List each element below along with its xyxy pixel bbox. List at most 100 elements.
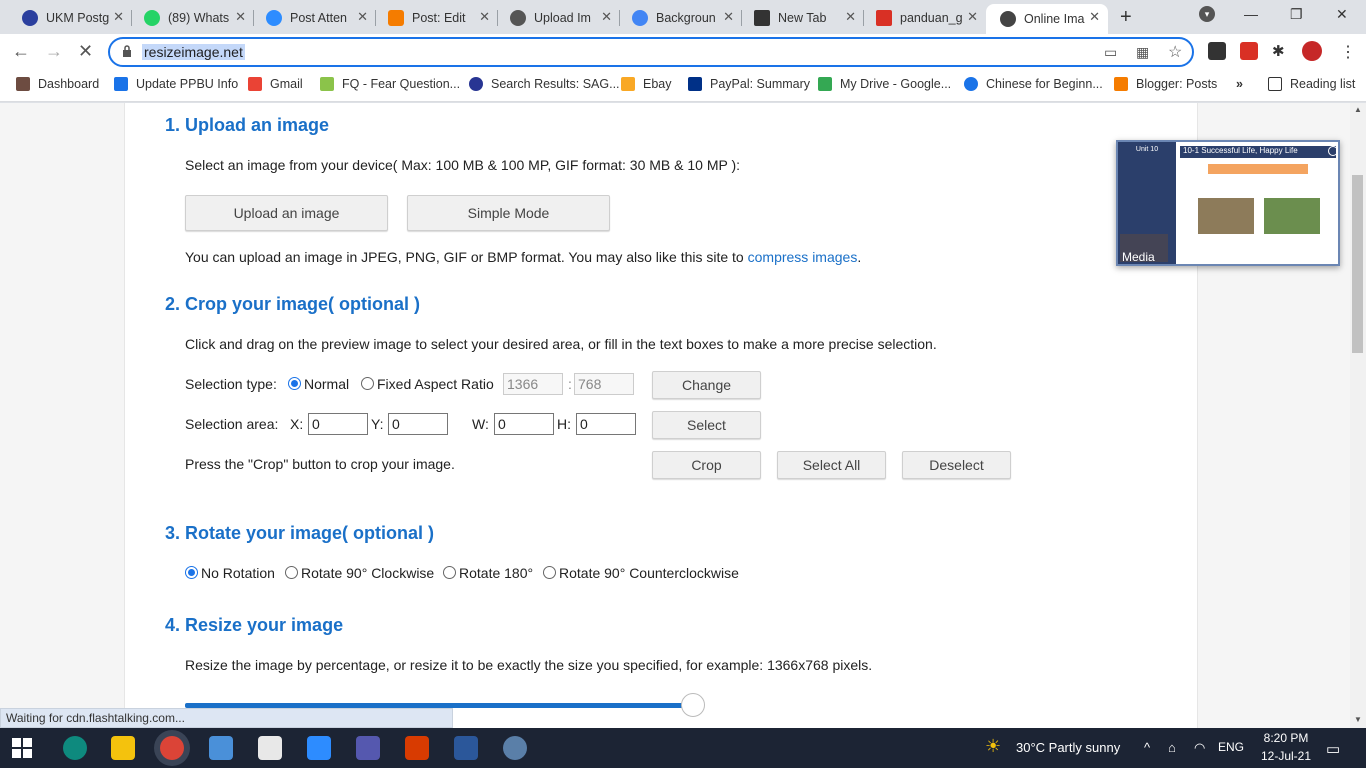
tab-whatsapp[interactable]: (89) Whats ✕ xyxy=(130,4,254,32)
wifi-icon[interactable]: ◠ xyxy=(1194,740,1205,756)
tab-search-icon[interactable]: ▾ xyxy=(1199,6,1215,22)
close-icon[interactable]: ✕ xyxy=(601,9,612,25)
restore-button[interactable]: ❐ xyxy=(1290,6,1303,23)
office-icon[interactable] xyxy=(405,736,429,760)
bookmark-ebay[interactable]: Ebay xyxy=(621,77,672,91)
url-text[interactable]: resizeimage.net xyxy=(142,44,245,60)
bookmark-ppbu[interactable]: Update PPBU Info xyxy=(114,77,238,91)
word-icon[interactable] xyxy=(454,736,478,760)
scrollbar-thumb[interactable] xyxy=(1352,175,1363,353)
clock-date[interactable]: 12-Jul-21 xyxy=(1256,749,1316,763)
puzzle-icon[interactable]: ✱ xyxy=(1272,42,1290,60)
chrome-icon[interactable] xyxy=(160,736,184,760)
radio-checked-icon[interactable] xyxy=(185,566,198,579)
radio-unchecked-icon[interactable] xyxy=(361,377,374,390)
radio-checked-icon[interactable] xyxy=(288,377,301,390)
close-icon[interactable]: ✕ xyxy=(235,9,246,25)
windows-start-icon[interactable] xyxy=(12,738,32,758)
bookmark-fq[interactable]: FQ - Fear Question... xyxy=(320,77,460,91)
snipping-icon[interactable] xyxy=(209,736,233,760)
bookmark-gmail[interactable]: Gmail xyxy=(248,77,303,91)
change-button[interactable]: Change xyxy=(652,371,761,399)
resize-slider-handle[interactable] xyxy=(681,693,705,717)
more-bookmarks-button[interactable]: » xyxy=(1236,77,1243,91)
close-icon[interactable]: ✕ xyxy=(967,9,978,25)
radio-unchecked-icon[interactable] xyxy=(285,566,298,579)
tab-post-attendance[interactable]: Post Atten ✕ xyxy=(252,4,376,32)
file-explorer-icon[interactable] xyxy=(111,736,135,760)
bookmark-dashboard[interactable]: Dashboard xyxy=(16,77,99,91)
y-input[interactable]: 0 xyxy=(388,413,448,435)
new-tab-button[interactable]: + xyxy=(1120,6,1132,29)
radio-unchecked-icon[interactable] xyxy=(543,566,556,579)
bookmark-paypal[interactable]: PayPal: Summary xyxy=(688,77,810,91)
reading-list-button[interactable]: Reading list xyxy=(1268,77,1355,91)
qr-icon[interactable]: ▦ xyxy=(1136,44,1149,61)
menu-icon[interactable]: ⋮ xyxy=(1340,42,1358,61)
store-icon[interactable] xyxy=(258,736,282,760)
scroll-up-icon[interactable]: ▲ xyxy=(1354,105,1362,114)
crop-button[interactable]: Crop xyxy=(652,451,761,479)
close-icon[interactable]: ✕ xyxy=(357,9,368,25)
calculator-icon[interactable] xyxy=(503,736,527,760)
simple-mode-button[interactable]: Simple Mode xyxy=(407,195,610,231)
bookmark-chinese[interactable]: Chinese for Beginn... xyxy=(964,77,1103,91)
h-input[interactable]: 0 xyxy=(576,413,636,435)
tab-upload-image[interactable]: Upload Im ✕ xyxy=(496,4,620,32)
compress-images-link[interactable]: compress images xyxy=(748,249,858,265)
tab-background[interactable]: Backgroun ✕ xyxy=(618,4,742,32)
close-icon[interactable] xyxy=(1328,146,1338,156)
close-icon[interactable]: ✕ xyxy=(479,9,490,25)
language-indicator[interactable]: ENG xyxy=(1218,740,1244,754)
upload-image-button[interactable]: Upload an image xyxy=(185,195,388,231)
tray-expand-icon[interactable]: ^ xyxy=(1144,740,1150,755)
close-icon[interactable]: ✕ xyxy=(723,9,734,25)
select-button[interactable]: Select xyxy=(652,411,761,439)
weather-text[interactable]: 30°C Partly sunny xyxy=(1016,740,1120,755)
media-popup[interactable]: Unit 10 10-1 Successful Life, Happy Life… xyxy=(1116,140,1340,266)
x-input[interactable]: 0 xyxy=(308,413,368,435)
forward-icon[interactable]: → xyxy=(45,41,63,62)
select-all-button[interactable]: Select All xyxy=(777,451,886,479)
cast-icon[interactable]: ▭ xyxy=(1104,44,1117,61)
back-icon[interactable]: ← xyxy=(12,41,30,62)
close-window-button[interactable]: ✕ xyxy=(1336,6,1348,23)
acrobat-icon[interactable] xyxy=(1240,42,1258,60)
scroll-down-icon[interactable]: ▼ xyxy=(1354,715,1362,724)
deselect-button[interactable]: Deselect xyxy=(902,451,1011,479)
radio-rotate-180[interactable]: Rotate 180° xyxy=(443,565,533,581)
close-icon[interactable]: ✕ xyxy=(113,9,124,25)
radio-unchecked-icon[interactable] xyxy=(443,566,456,579)
network-icon[interactable]: ⌂ xyxy=(1168,740,1176,755)
radio-rotate-90-ccw[interactable]: Rotate 90° Counterclockwise xyxy=(543,565,739,581)
radio-normal[interactable]: Normal xyxy=(288,376,349,392)
clock-time[interactable]: 8:20 PM xyxy=(1262,731,1310,745)
teams-icon[interactable] xyxy=(356,736,380,760)
tab-panduan[interactable]: panduan_g ✕ xyxy=(862,4,986,32)
page-scrollbar[interactable]: ▲ ▼ xyxy=(1350,103,1366,728)
bookmark-drive[interactable]: My Drive - Google... xyxy=(818,77,951,91)
edge-icon[interactable] xyxy=(63,736,87,760)
radio-rotate-90-cw[interactable]: Rotate 90° Clockwise xyxy=(285,565,434,581)
tab-new-tab[interactable]: New Tab ✕ xyxy=(740,4,864,32)
notification-icon[interactable]: ▭ xyxy=(1326,740,1340,758)
radio-no-rotation[interactable]: No Rotation xyxy=(185,565,275,581)
tab-post-edit[interactable]: Post: Edit ✕ xyxy=(374,4,498,32)
star-icon[interactable]: ☆ xyxy=(1168,42,1182,62)
bookmark-blogger[interactable]: Blogger: Posts xyxy=(1114,77,1217,91)
ratio-height-input[interactable]: 768 xyxy=(574,373,634,395)
w-input[interactable]: 0 xyxy=(494,413,554,435)
ratio-width-input[interactable]: 1366 xyxy=(503,373,563,395)
zoom-icon[interactable] xyxy=(307,736,331,760)
clapper-icon[interactable] xyxy=(1208,42,1226,60)
close-icon[interactable]: ✕ xyxy=(845,9,856,25)
avatar[interactable] xyxy=(1302,41,1322,61)
weather-icon[interactable]: ☀ xyxy=(985,736,1001,757)
close-icon[interactable]: ✕ xyxy=(1089,9,1100,25)
tab-online-image[interactable]: Online Ima ✕ xyxy=(986,4,1108,34)
minimize-button[interactable]: — xyxy=(1244,6,1258,22)
bookmark-search-results[interactable]: Search Results: SAG... xyxy=(469,77,620,91)
tab-ukm[interactable]: UKM Postg ✕ xyxy=(8,4,132,32)
radio-fixed-aspect[interactable]: Fixed Aspect Ratio xyxy=(361,376,494,392)
address-bar[interactable]: resizeimage.net ▭ ▦ ☆ xyxy=(108,37,1194,67)
